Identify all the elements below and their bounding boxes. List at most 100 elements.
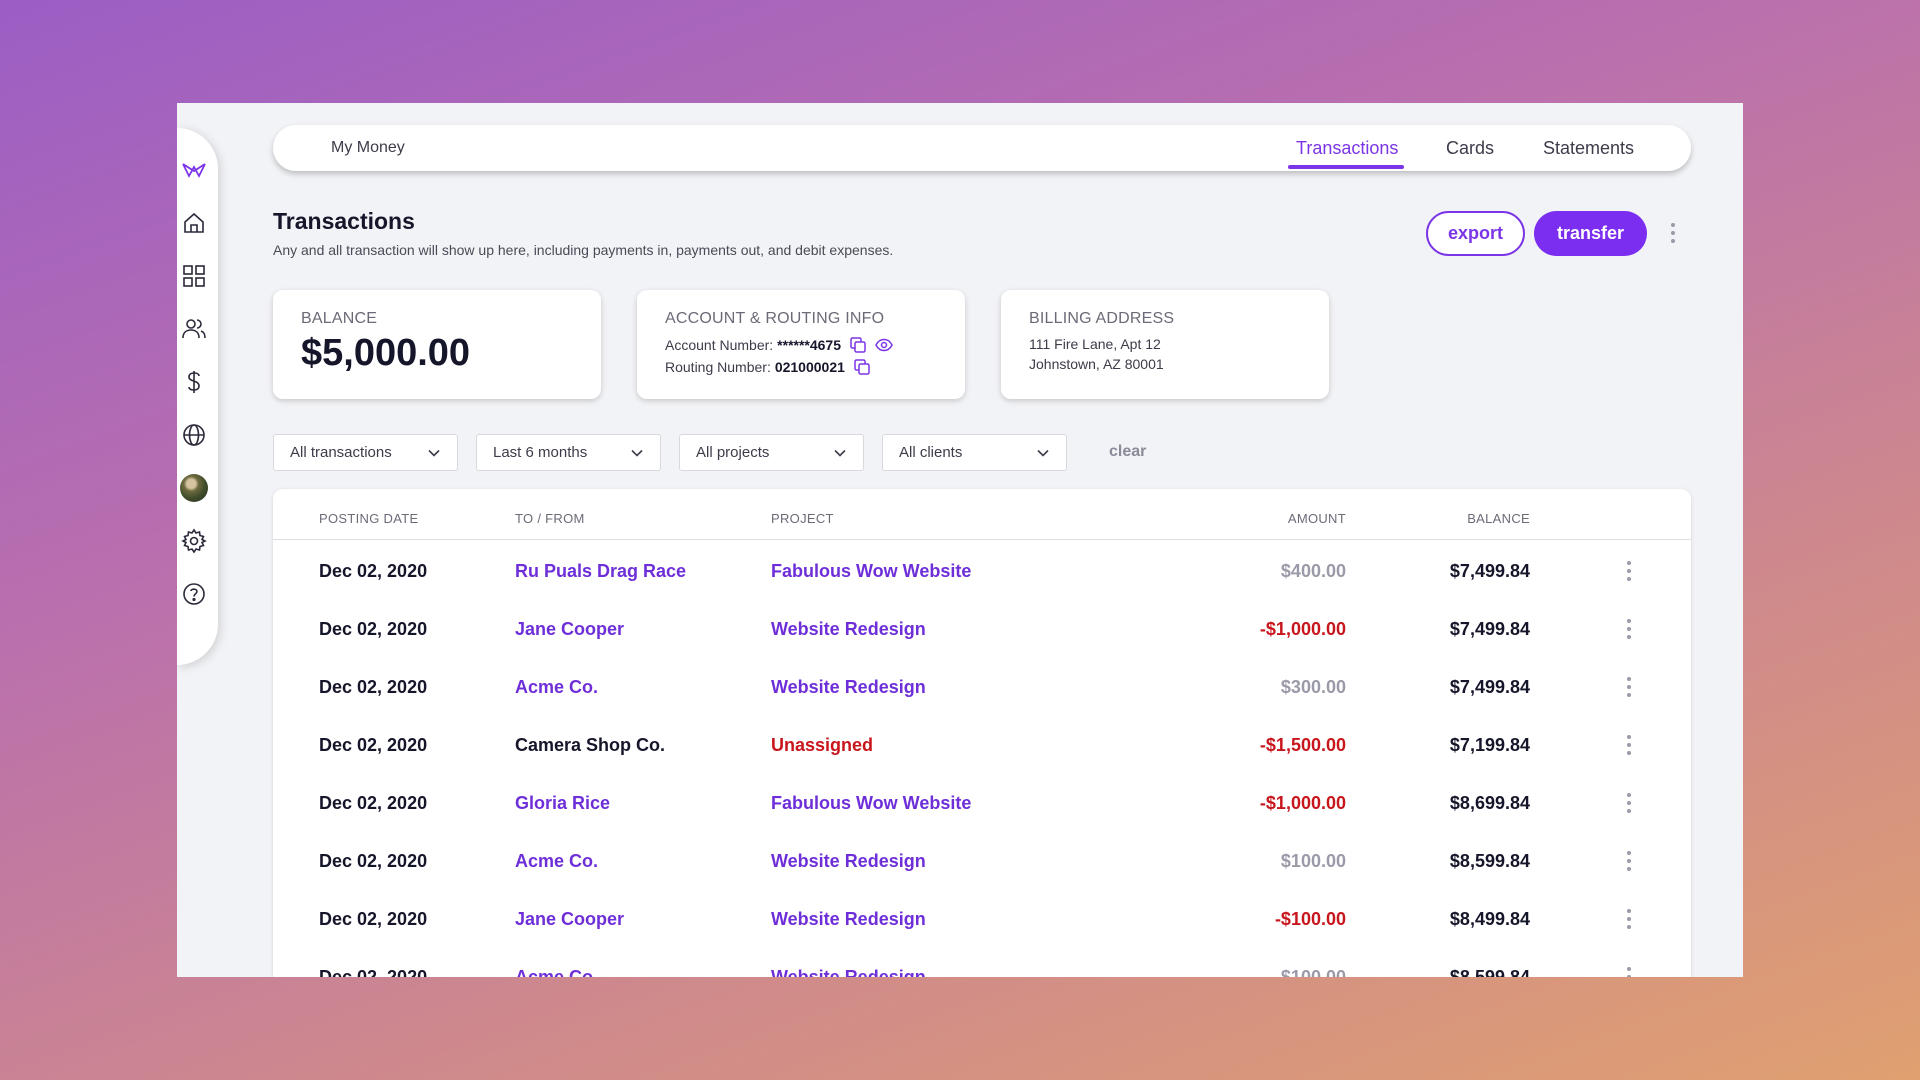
balance-value: $5,000.00: [301, 332, 471, 374]
table-row[interactable]: Dec 02, 2020 Camera Shop Co. Unassigned …: [273, 717, 1691, 775]
transaction-type-filter[interactable]: All transactions: [273, 434, 458, 471]
export-button[interactable]: export: [1426, 211, 1525, 256]
account-number-line: Account Number: ******4675: [665, 336, 937, 354]
amount: $100.00: [1280, 967, 1346, 977]
column-header-project[interactable]: PROJECT: [771, 511, 834, 526]
balance: $7,499.84: [1449, 677, 1530, 697]
eye-icon[interactable]: [875, 336, 893, 354]
balance-card: BALANCE $5,000.00: [273, 290, 601, 399]
tab-cards[interactable]: Cards: [1446, 138, 1494, 159]
row-more-icon[interactable]: [1627, 967, 1631, 977]
dollar-icon[interactable]: [180, 368, 208, 396]
account-routing-card: ACCOUNT & ROUTING INFO Account Number: *…: [637, 290, 965, 399]
table-row[interactable]: Dec 02, 2020 Acme Co. Website Redesign $…: [273, 833, 1691, 891]
account-number-value: ******4675: [777, 337, 842, 353]
row-more-icon[interactable]: [1627, 909, 1631, 929]
project-link[interactable]: Fabulous Wow Website: [771, 561, 971, 582]
top-nav-bar: My Money Transactions Cards Statements: [273, 125, 1691, 171]
transfer-button[interactable]: transfer: [1534, 211, 1647, 256]
project-unassigned[interactable]: Unassigned: [771, 735, 873, 756]
to-from-link[interactable]: Ru Puals Drag Race: [515, 561, 686, 582]
balance: $8,599.84: [1449, 851, 1530, 871]
logo-icon[interactable]: [180, 156, 208, 184]
globe-icon[interactable]: [180, 421, 208, 449]
billing-address-label: BILLING ADDRESS: [1029, 310, 1175, 327]
to-from-link[interactable]: Jane Cooper: [515, 619, 624, 640]
page-subtitle: Any and all transaction will show up her…: [273, 242, 894, 258]
balance: $7,499.84: [1449, 619, 1530, 639]
routing-number-value: 021000021: [774, 359, 845, 375]
copy-icon[interactable]: [853, 358, 871, 376]
row-more-icon[interactable]: [1627, 735, 1631, 755]
breadcrumb[interactable]: My Money: [331, 139, 405, 157]
to-from-link[interactable]: Acme Co.: [515, 967, 598, 977]
table-row[interactable]: Dec 02, 2020 Gloria Rice Fabulous Wow We…: [273, 775, 1691, 833]
project-link[interactable]: Website Redesign: [771, 967, 926, 977]
posting-date: Dec 02, 2020: [319, 851, 428, 871]
transactions-table: POSTING DATE TO / FROM PROJECT AMOUNT BA…: [273, 489, 1691, 977]
amount: -$1,000.00: [1259, 793, 1346, 813]
row-more-icon[interactable]: [1627, 851, 1631, 871]
more-options-icon[interactable]: [1671, 223, 1675, 243]
column-header-amount[interactable]: AMOUNT: [1288, 511, 1346, 526]
to-from-link[interactable]: Gloria Rice: [515, 793, 610, 814]
table-row[interactable]: Dec 02, 2020 Jane Cooper Website Redesig…: [273, 601, 1691, 659]
clear-filters-button[interactable]: clear: [1109, 443, 1146, 461]
period-filter[interactable]: Last 6 months: [476, 434, 661, 471]
page-title: Transactions: [273, 208, 415, 234]
row-more-icon[interactable]: [1627, 677, 1631, 697]
balance: $8,499.84: [1449, 909, 1530, 929]
users-icon[interactable]: [180, 315, 208, 343]
amount: $100.00: [1280, 851, 1346, 871]
column-header-date[interactable]: POSTING DATE: [319, 511, 418, 526]
gear-icon[interactable]: [180, 527, 208, 555]
transaction-type-value: All transactions: [290, 444, 392, 461]
grid-icon[interactable]: [180, 262, 208, 290]
balance-label: BALANCE: [301, 310, 378, 327]
project-link[interactable]: Website Redesign: [771, 677, 926, 698]
balance: $8,699.84: [1449, 793, 1530, 813]
balance: $7,499.84: [1449, 561, 1530, 581]
column-header-balance[interactable]: BALANCE: [1467, 511, 1530, 526]
posting-date: Dec 02, 2020: [319, 735, 428, 755]
to-from-link[interactable]: Acme Co.: [515, 677, 598, 698]
home-icon[interactable]: [180, 209, 208, 237]
help-icon[interactable]: [180, 580, 208, 608]
clients-value: All clients: [899, 444, 963, 461]
to-from-link[interactable]: Acme Co.: [515, 851, 598, 872]
copy-icon[interactable]: [849, 336, 867, 354]
header-divider: [273, 539, 1691, 540]
active-tab-indicator: [1288, 165, 1404, 169]
to-from-link[interactable]: Jane Cooper: [515, 909, 624, 930]
tab-statements[interactable]: Statements: [1543, 138, 1634, 159]
chevron-down-icon: [631, 449, 643, 457]
row-more-icon[interactable]: [1627, 619, 1631, 639]
balance: $7,199.84: [1449, 735, 1530, 755]
billing-address-line2: Johnstown, AZ 80001: [1029, 356, 1164, 372]
project-link[interactable]: Website Redesign: [771, 909, 926, 930]
projects-filter[interactable]: All projects: [679, 434, 864, 471]
table-row[interactable]: Dec 02, 2020 Acme Co. Website Redesign $…: [273, 659, 1691, 717]
posting-date: Dec 02, 2020: [319, 909, 428, 929]
avatar[interactable]: [180, 474, 208, 502]
chevron-down-icon: [428, 449, 440, 457]
row-more-icon[interactable]: [1627, 793, 1631, 813]
clients-filter[interactable]: All clients: [882, 434, 1067, 471]
billing-address-line1: 111 Fire Lane, Apt 12: [1029, 336, 1161, 352]
table-row[interactable]: Dec 02, 2020 Acme Co. Website Redesign $…: [273, 949, 1691, 977]
table-row[interactable]: Dec 02, 2020 Ru Puals Drag Race Fabulous…: [273, 543, 1691, 601]
to-from-text: Camera Shop Co.: [515, 735, 666, 755]
project-link[interactable]: Website Redesign: [771, 851, 926, 872]
posting-date: Dec 02, 2020: [319, 561, 428, 581]
project-link[interactable]: Website Redesign: [771, 619, 926, 640]
amount: $300.00: [1280, 677, 1346, 697]
table-row[interactable]: Dec 02, 2020 Jane Cooper Website Redesig…: [273, 891, 1691, 949]
column-header-to-from[interactable]: TO / FROM: [515, 511, 585, 526]
sidebar: [177, 128, 218, 665]
posting-date: Dec 02, 2020: [319, 967, 428, 977]
amount: -$1,500.00: [1259, 735, 1346, 755]
amount: -$1,000.00: [1259, 619, 1346, 639]
tab-transactions[interactable]: Transactions: [1296, 138, 1398, 159]
project-link[interactable]: Fabulous Wow Website: [771, 793, 971, 814]
row-more-icon[interactable]: [1627, 561, 1631, 581]
